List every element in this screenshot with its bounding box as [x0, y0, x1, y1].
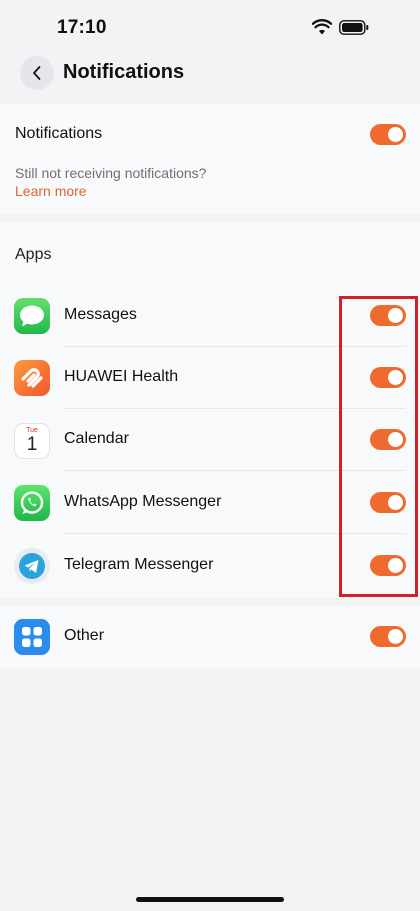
toggle-knob: [388, 127, 403, 142]
calendar-icon-day: Tue: [26, 427, 38, 434]
app-name: WhatsApp Messenger: [64, 493, 222, 510]
telegram-icon: [14, 548, 50, 584]
status-time: 17:10: [57, 17, 107, 38]
app-name: Calendar: [64, 430, 129, 447]
other-card: Other: [0, 606, 420, 668]
highlight-box: [339, 296, 418, 597]
calendar-icon: Tue 1: [14, 423, 50, 459]
notifications-label: Notifications: [15, 125, 103, 142]
app-row-other[interactable]: Other: [0, 606, 420, 668]
notifications-card: Notifications Still not receiving notifi…: [0, 104, 420, 214]
other-toggle[interactable]: [370, 626, 406, 647]
back-button[interactable]: [20, 56, 54, 90]
apps-section-title: Apps: [15, 246, 52, 263]
notifications-toggle[interactable]: [370, 124, 406, 145]
page-title: Notifications: [63, 61, 185, 83]
app-name: Telegram Messenger: [64, 556, 214, 573]
battery-icon: [339, 20, 369, 35]
header: Notifications: [0, 56, 420, 104]
app-name: Other: [64, 627, 105, 644]
whatsapp-icon: [14, 485, 50, 521]
hint-text: Still not receiving notifications?: [15, 165, 207, 181]
wifi-icon: [312, 19, 332, 35]
app-name: HUAWEI Health: [64, 368, 179, 385]
huawei-health-icon: [14, 360, 50, 396]
calendar-icon-date: 1: [26, 434, 38, 455]
other-apps-icon: [14, 619, 50, 655]
chevron-left-icon: [33, 66, 41, 80]
app-name: Messages: [64, 306, 137, 323]
messages-icon: [14, 298, 50, 334]
home-indicator[interactable]: [136, 897, 284, 902]
learn-more-link[interactable]: Learn more: [15, 183, 87, 199]
toggle-knob: [388, 629, 403, 644]
status-bar: 17:10: [0, 0, 420, 56]
